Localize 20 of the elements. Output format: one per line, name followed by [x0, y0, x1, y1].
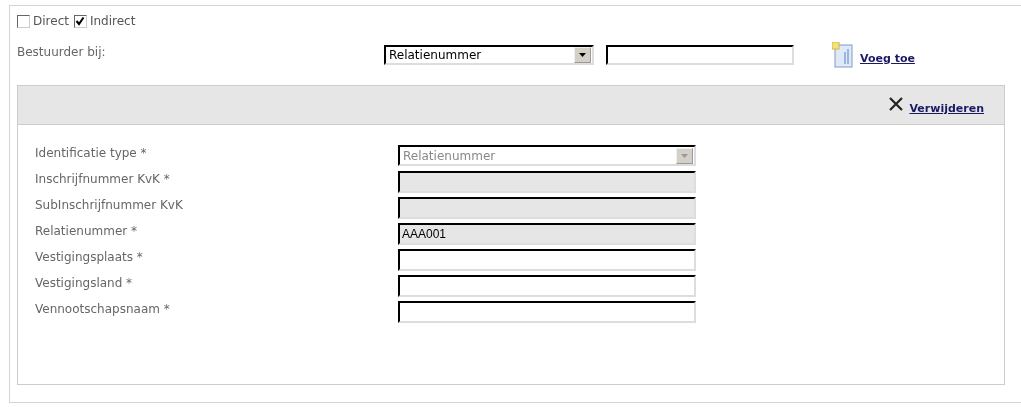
close-icon[interactable] [889, 97, 904, 111]
checkbox-box[interactable] [73, 14, 87, 28]
field-label: Bestuurder bij: [17, 45, 107, 59]
input-field[interactable] [398, 248, 696, 271]
field-label: Identificatie type * [35, 145, 148, 160]
field-label: Vennootschapsnaam * [35, 301, 171, 316]
input-field[interactable] [398, 300, 696, 323]
checkbox[interactable]: Indirect [73, 14, 136, 28]
field-label: SubInschrijfnummer KvK [35, 197, 184, 212]
field-label: Vestigingsplaats * [35, 249, 144, 264]
field-label: Inschrijfnummer KvK * [35, 171, 171, 186]
add-link[interactable]: Voeg toe [860, 51, 915, 65]
select-field[interactable]: Relatienummer [384, 45, 594, 65]
field-label: Relatienummer * [35, 223, 138, 238]
input-field[interactable] [398, 274, 696, 297]
checkbox[interactable]: Direct [17, 14, 69, 28]
checkbox-box[interactable] [17, 14, 30, 28]
remove-link[interactable]: Verwijderen [909, 101, 984, 115]
input-field[interactable] [606, 45, 794, 65]
field-label: Vestigingsland * [35, 275, 134, 290]
